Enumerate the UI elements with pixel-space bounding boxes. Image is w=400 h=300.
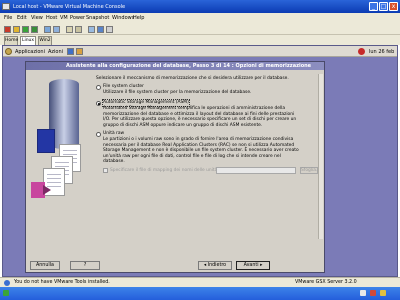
- dbca-dialog: Assistente alla configurazione del datab…: [25, 61, 325, 273]
- menubar: File Edit View Host VM Power Snapshot Wi…: [0, 13, 400, 23]
- next-button[interactable]: Avanti ▸: [236, 261, 270, 270]
- vm-tab-bar: Home Linux Win2: [0, 35, 400, 45]
- raw-mapping-label: Specificare il file di mapping dei nomi …: [110, 168, 227, 173]
- arrow-right-icon: [43, 185, 51, 195]
- tools-warning[interactable]: You do not have VMware Tools installed.: [14, 280, 110, 285]
- tab-linux[interactable]: Linux: [20, 36, 36, 45]
- option-raw-desc-line: database.: [103, 159, 125, 165]
- menu-snapshot[interactable]: Snapshot: [86, 15, 109, 21]
- radio-cluster-fs[interactable]: [96, 85, 101, 90]
- menu-windows[interactable]: Windows: [112, 15, 134, 21]
- gnome-top-panel: Applicazioni Azioni lun 26 feb: [3, 46, 397, 57]
- full-screen-icon[interactable]: [66, 26, 73, 33]
- option-asm-desc-line: gruppo di dischi ASM oppure indicare un …: [103, 122, 263, 128]
- option-cluster-fs-desc: Utilizzare il file system cluster per la…: [103, 90, 252, 95]
- reset-icon[interactable]: [31, 26, 38, 33]
- window-titlebar: Local host - VMware Virtual Machine Cons…: [0, 0, 400, 13]
- tray-icon[interactable]: [370, 290, 376, 296]
- minimize-button[interactable]: _: [369, 2, 378, 11]
- menu-vm[interactable]: VM: [60, 15, 68, 21]
- raw-mapping-file-input[interactable]: [216, 167, 296, 174]
- window-title: Local host - VMware Virtual Machine Cons…: [13, 4, 126, 10]
- mail-launcher-icon[interactable]: [76, 48, 83, 55]
- cancel-button[interactable]: Annulla: [30, 261, 60, 270]
- vmware-logo-icon: [2, 3, 10, 10]
- server-version: VMware GSX Server 3.2.0: [295, 280, 357, 285]
- option-asm-label[interactable]: Automatic Storage Management (ASM): [102, 99, 190, 107]
- option-cluster-fs-label[interactable]: File system cluster: [103, 84, 144, 90]
- tab-home[interactable]: Home: [4, 36, 18, 45]
- menu-power[interactable]: Power: [70, 15, 85, 21]
- logout-icon[interactable]: [358, 48, 365, 55]
- dialog-scrollbar[interactable]: [318, 74, 323, 239]
- menu-help[interactable]: Help: [133, 15, 144, 21]
- intro-text: Selezionare il meccanismo di memorizzazi…: [96, 76, 289, 81]
- menu-view[interactable]: View: [31, 15, 43, 21]
- actions-menu[interactable]: Azioni: [48, 49, 63, 55]
- power-on-icon[interactable]: [22, 26, 29, 33]
- radio-raw-devices[interactable]: [96, 132, 101, 137]
- settings-icon[interactable]: [106, 26, 113, 33]
- panel-clock: lun 26 feb: [369, 49, 395, 55]
- dialog-titlebar: Assistente alla configurazione del datab…: [26, 62, 324, 70]
- console-icon[interactable]: [97, 26, 104, 33]
- next-button-label: Avanti: [243, 263, 259, 268]
- info-icon: [4, 280, 10, 286]
- suspend-icon[interactable]: [13, 26, 20, 33]
- tab-win2[interactable]: Win2: [38, 36, 52, 45]
- gnome-foot-icon[interactable]: [5, 48, 12, 55]
- applications-menu[interactable]: Applicazioni: [15, 49, 45, 55]
- windows-taskbar: [0, 287, 400, 300]
- maximize-button[interactable]: □: [379, 2, 388, 11]
- storage-options-panel: Selezionare il meccanismo di memorizzazi…: [96, 76, 320, 226]
- tray-icon[interactable]: [380, 290, 386, 296]
- radio-asm[interactable]: [96, 101, 101, 106]
- raw-mapping-checkbox[interactable]: [103, 168, 108, 173]
- decorative-blue-block: [37, 129, 55, 153]
- back-button[interactable]: ◂ Indietro: [198, 261, 232, 270]
- help-button[interactable]: ?: [70, 261, 100, 270]
- revert-icon[interactable]: [53, 26, 60, 33]
- menu-host[interactable]: Host: [46, 15, 57, 21]
- wizard-illustration: [29, 74, 89, 229]
- arrow-right-icon: ▸: [258, 263, 263, 268]
- guest-display[interactable]: Applicazioni Azioni lun 26 feb Assistent…: [2, 45, 398, 277]
- back-button-label: Indietro: [207, 263, 227, 268]
- start-button-icon[interactable]: [3, 290, 9, 296]
- summary-icon[interactable]: [88, 26, 95, 33]
- close-button[interactable]: x: [389, 2, 398, 11]
- browse-button[interactable]: Sfoglia...: [300, 167, 320, 174]
- menu-edit[interactable]: Edit: [17, 15, 27, 21]
- tray-icon[interactable]: [360, 290, 366, 296]
- snapshot-icon[interactable]: [44, 26, 51, 33]
- option-raw-desc-line: un'unità raw per ogni file di dati, cont…: [103, 153, 281, 159]
- power-off-icon[interactable]: [4, 26, 11, 33]
- option-raw-label[interactable]: Unità raw: [103, 131, 124, 137]
- browser-launcher-icon[interactable]: [67, 48, 74, 55]
- quick-switch-icon[interactable]: [75, 26, 82, 33]
- menu-file[interactable]: File: [4, 15, 12, 21]
- toolbar: [0, 23, 400, 35]
- dialog-title: Assistente alla configurazione del datab…: [66, 63, 312, 69]
- vmware-statusbar: You do not have VMware Tools installed. …: [0, 277, 400, 287]
